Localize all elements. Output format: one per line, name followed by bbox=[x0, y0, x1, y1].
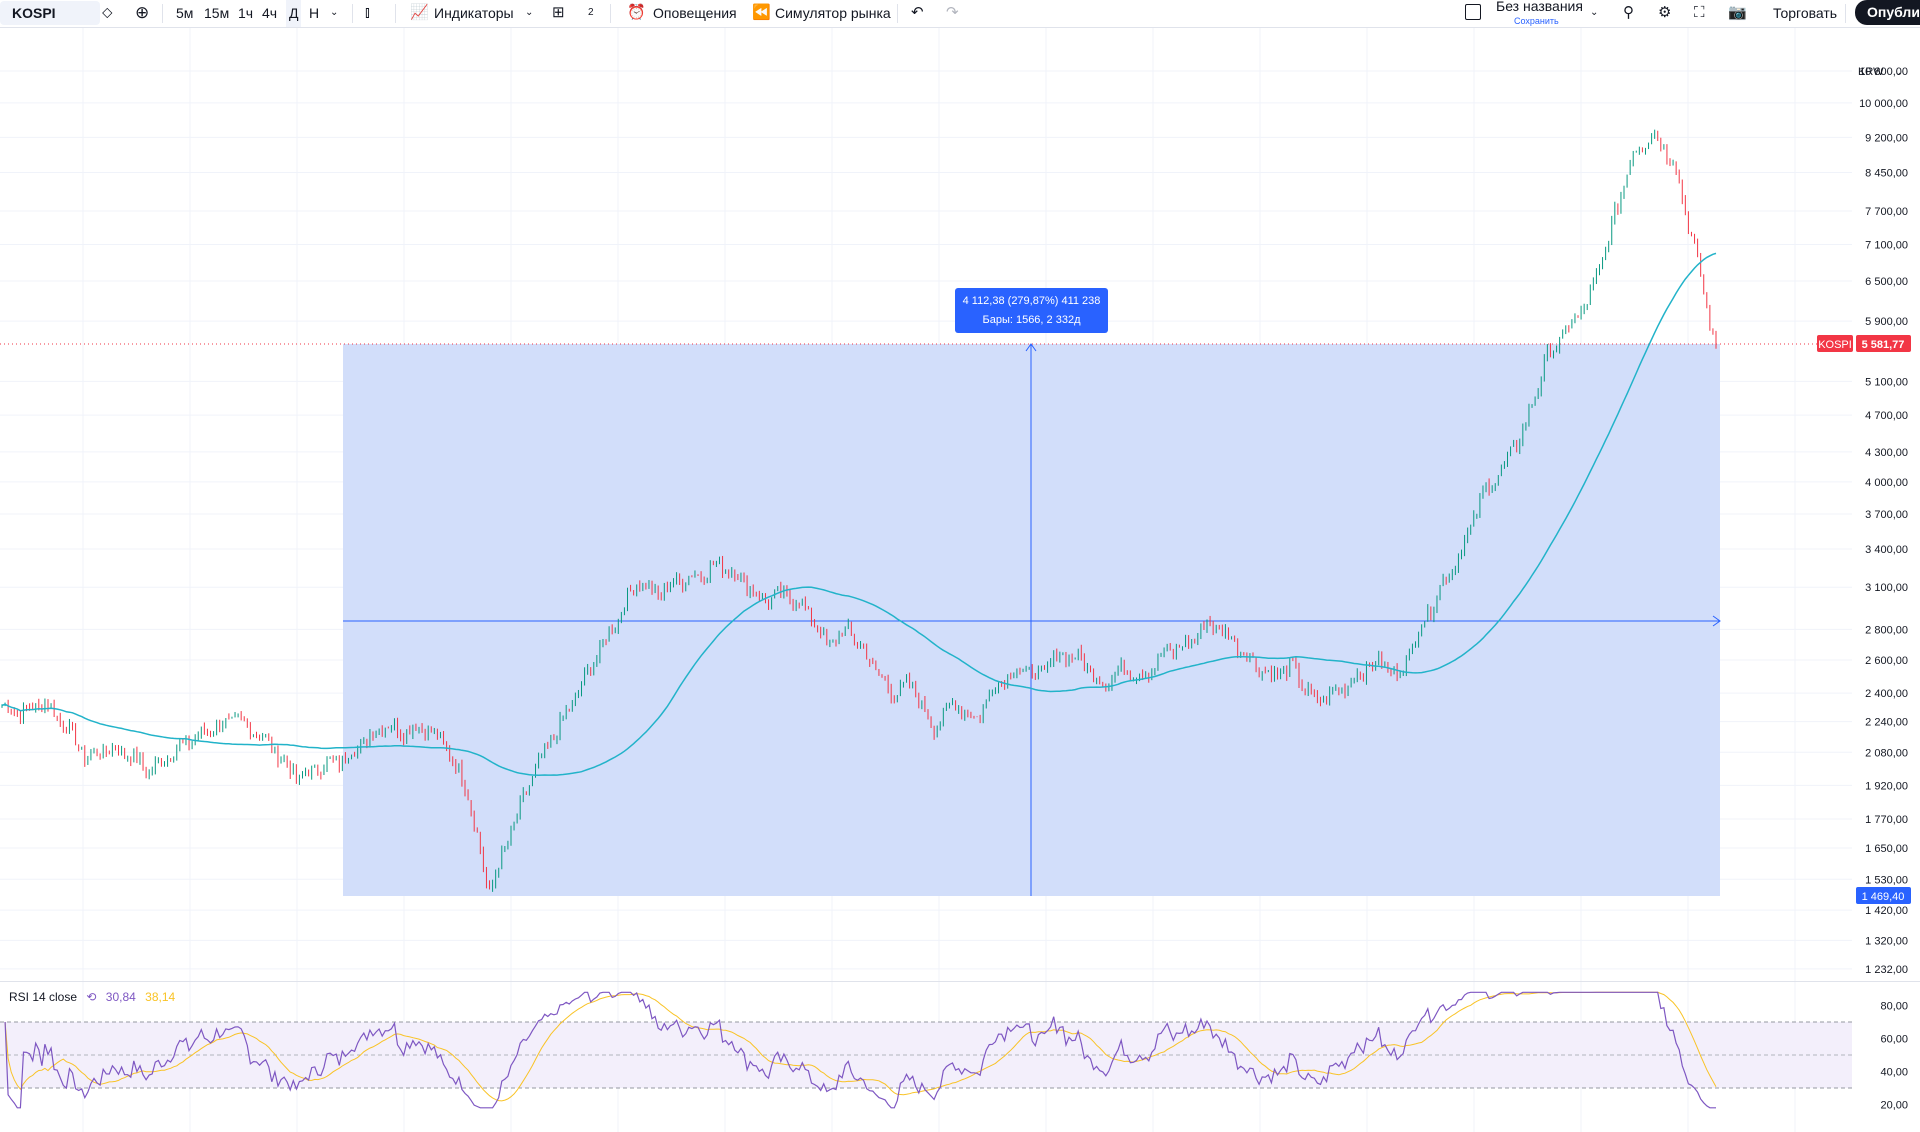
interval-dropdown-chevron-icon[interactable]: ⌄ bbox=[330, 0, 338, 27]
save-status: Сохранить bbox=[1514, 16, 1559, 26]
toolbar-separator bbox=[897, 4, 898, 23]
rsi-tick-label: 80,00 bbox=[1880, 1001, 1908, 1013]
price-tick-label: 7 700,00 bbox=[1865, 206, 1908, 218]
indicators-chevron-icon[interactable]: ⌄ bbox=[525, 0, 533, 27]
compare-add-icon[interactable]: ⊕ bbox=[135, 0, 149, 27]
layout-chevron-icon[interactable]: ⌄ bbox=[1590, 0, 1598, 27]
rsi-ma-value: 38,14 bbox=[145, 990, 176, 1004]
price-tick-label: 2 800,00 bbox=[1865, 624, 1908, 636]
layouts-grid-icon[interactable]: ⊞ bbox=[552, 0, 565, 27]
trade-button[interactable]: Торговать bbox=[1773, 0, 1837, 27]
candles-chart-type-icon[interactable]: ⫾ bbox=[365, 0, 370, 27]
interval-4h[interactable]: 4ч bbox=[262, 0, 277, 27]
price-tick-label: 9 200,00 bbox=[1865, 132, 1908, 144]
quick-search-icon[interactable]: ⚲ bbox=[1623, 0, 1634, 27]
price-tick-label: 2 080,00 bbox=[1865, 747, 1908, 759]
measure-low-label: 1 469,40 bbox=[1862, 891, 1905, 903]
price-tick-label: 1 530,00 bbox=[1865, 874, 1908, 886]
price-tick-label: 10 000,00 bbox=[1859, 98, 1908, 110]
current-price-label: 5 581,77 bbox=[1862, 339, 1905, 351]
rsi-legend: RSI 14 close ⟲ 30,84 38,14 bbox=[9, 990, 181, 1004]
replay-button[interactable]: Симулятор рынка bbox=[775, 0, 891, 27]
main-chart-svg[interactable]: 10 800,0010 000,009 200,008 450,007 700,… bbox=[0, 28, 1920, 1132]
layout-square-icon[interactable] bbox=[1465, 4, 1481, 20]
undo-icon[interactable]: ↶ bbox=[911, 0, 924, 27]
price-tick-label: 6 500,00 bbox=[1865, 276, 1908, 288]
price-tick-label: 1 650,00 bbox=[1865, 843, 1908, 855]
toolbar-separator bbox=[395, 4, 396, 23]
price-tick-label: 1 920,00 bbox=[1865, 780, 1908, 792]
price-tick-label: 4 000,00 bbox=[1865, 477, 1908, 489]
currency-selector[interactable]: KRW ⌄ bbox=[1858, 66, 1902, 78]
price-tick-label: 4 300,00 bbox=[1865, 447, 1908, 459]
price-tick-label: 2 600,00 bbox=[1865, 655, 1908, 667]
price-tick-label: 2 240,00 bbox=[1865, 717, 1908, 729]
price-tick-label: 3 700,00 bbox=[1865, 509, 1908, 521]
settings-gear-icon[interactable]: ⚙ bbox=[1658, 0, 1671, 27]
price-tick-label: 3 100,00 bbox=[1865, 582, 1908, 594]
price-tick-label: 3 400,00 bbox=[1865, 544, 1908, 556]
price-tick-label: 5 100,00 bbox=[1865, 376, 1908, 388]
indicators-icon[interactable]: 📈 bbox=[410, 0, 429, 27]
toolbar-separator bbox=[610, 4, 611, 23]
rsi-settings-icon[interactable]: ⟲ bbox=[86, 990, 96, 1004]
interval-5m[interactable]: 5м bbox=[176, 0, 193, 27]
layout-name-block[interactable]: Без названия Сохранить bbox=[1496, 0, 1583, 29]
price-tick-label: 1 420,00 bbox=[1865, 905, 1908, 917]
toolbar-separator bbox=[352, 4, 353, 23]
price-tick-label: 1 232,00 bbox=[1865, 964, 1908, 976]
symbol-actions-icon[interactable]: ⬦ bbox=[102, 0, 113, 27]
toolbar-separator bbox=[162, 4, 163, 23]
layouts-count: 2 bbox=[588, 7, 594, 18]
redo-icon[interactable]: ↷ bbox=[946, 0, 959, 27]
price-tick-label: 2 400,00 bbox=[1865, 688, 1908, 700]
replay-rewind-icon[interactable]: ⏪ bbox=[752, 0, 771, 27]
interval-1h[interactable]: 1ч bbox=[238, 0, 253, 27]
price-tick-label: 4 700,00 bbox=[1865, 410, 1908, 422]
alarm-clock-icon[interactable]: ⏰ bbox=[627, 0, 646, 27]
measure-tooltip: 4 112,38 (279,87%) 411 238 Бары: 1566, 2… bbox=[955, 288, 1108, 333]
indicators-button[interactable]: Индикаторы bbox=[434, 0, 514, 27]
rsi-value: 30,84 bbox=[105, 990, 136, 1004]
alerts-button[interactable]: Оповещения bbox=[653, 0, 737, 27]
currency-label: KRW bbox=[1858, 66, 1884, 78]
rsi-title: RSI 14 close bbox=[9, 990, 78, 1004]
price-tick-label: 1 770,00 bbox=[1865, 814, 1908, 826]
fullscreen-icon[interactable]: ⛶ bbox=[1694, 0, 1705, 27]
snapshot-camera-icon[interactable]: 📷 bbox=[1728, 0, 1747, 27]
layout-name: Без названия bbox=[1496, 0, 1583, 14]
pane-divider[interactable] bbox=[0, 981, 1920, 982]
measure-tooltip-line2: Бары: 1566, 2 332д bbox=[982, 314, 1081, 326]
toolbar-separator bbox=[1845, 4, 1846, 23]
price-tick-label: 7 100,00 bbox=[1865, 239, 1908, 251]
rsi-tick-label: 60,00 bbox=[1880, 1034, 1908, 1046]
publish-button[interactable]: Опубликовать bbox=[1855, 0, 1920, 25]
symbol-search-button[interactable]: KOSPI bbox=[0, 1, 100, 25]
rsi-tick-label: 40,00 bbox=[1880, 1067, 1908, 1079]
interval-week[interactable]: Н bbox=[309, 0, 319, 27]
price-tick-label: 8 450,00 bbox=[1865, 168, 1908, 180]
rsi-tick-label: 20,00 bbox=[1880, 1100, 1908, 1112]
interval-15m[interactable]: 15м bbox=[204, 0, 229, 27]
chart-area[interactable]: 10 800,00 10 000,00 9 200,00 8 450,00 7 700,… bbox=[0, 28, 1920, 1132]
measure-tooltip-line1: 4 112,38 (279,87%) 411 238 bbox=[962, 295, 1101, 307]
symbol-tag-label: KOSPI bbox=[1818, 339, 1852, 351]
price-tick-label: 1 320,00 bbox=[1865, 935, 1908, 947]
price-tick-label: 5 900,00 bbox=[1865, 316, 1908, 328]
interval-day[interactable]: Д bbox=[286, 0, 302, 27]
currency-chevron-icon: ⌄ bbox=[1894, 67, 1903, 77]
top-toolbar: KOSPI ⬦ ⊕ 5м 15м 1ч 4ч Д Н ⌄ ⫾ 📈 Индикат… bbox=[0, 0, 1920, 28]
